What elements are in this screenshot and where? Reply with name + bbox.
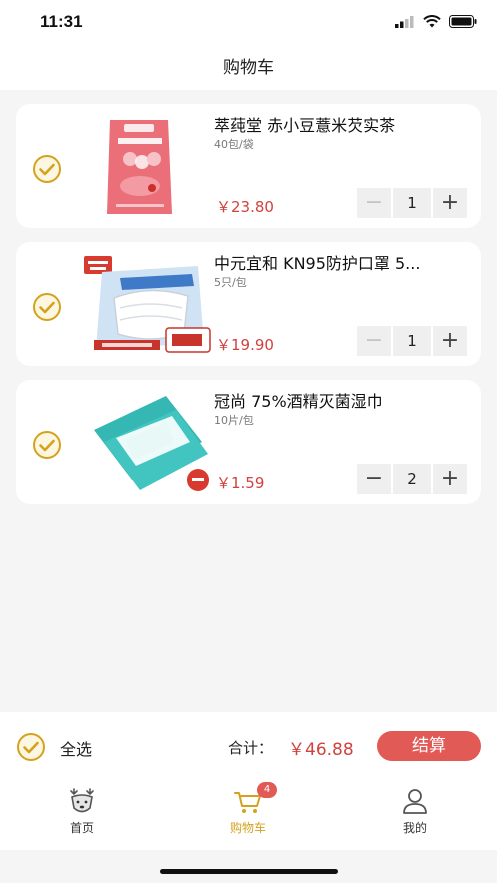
- item-price: ￥1.59: [216, 474, 265, 492]
- quantity-value[interactable]: 2: [393, 464, 431, 494]
- tab-cart[interactable]: 4 购物车: [208, 782, 288, 836]
- item-name[interactable]: 中元宜和 KN95防护口罩 5...: [214, 250, 464, 274]
- decrease-button[interactable]: −: [357, 464, 391, 494]
- checkbox-checked-icon[interactable]: [32, 154, 62, 184]
- tab-profile[interactable]: 我的: [375, 786, 455, 836]
- quantity-stepper: − 2 +: [357, 464, 467, 494]
- cart-list: 萃莼堂 赤小豆薏米芡实茶 40包/袋 ￥23.80 − 1 + 中元宜和 KN9…: [16, 104, 481, 518]
- checkout-bar: 全选 合计： ￥46.88 结算: [0, 712, 497, 778]
- item-name[interactable]: 萃莼堂 赤小豆薏米芡实茶: [214, 112, 464, 136]
- wifi-icon: [423, 15, 441, 28]
- home-indicator: [160, 869, 338, 874]
- page-title: 购物车: [223, 58, 274, 78]
- select-all-checkbox-icon[interactable]: [16, 732, 46, 762]
- status-icons: [395, 15, 477, 28]
- item-price: ￥23.80: [216, 198, 274, 216]
- cart-item: 萃莼堂 赤小豆薏米芡实茶 40包/袋 ￥23.80 − 1 +: [16, 104, 481, 228]
- battery-icon: [449, 15, 477, 28]
- quantity-value[interactable]: 1: [393, 188, 431, 218]
- item-spec: 5只/包: [214, 276, 247, 289]
- quantity-value[interactable]: 1: [393, 326, 431, 356]
- checkout-button[interactable]: 结算: [377, 731, 481, 761]
- tab-home[interactable]: 首页: [42, 786, 122, 836]
- nav-header: 购物车: [0, 46, 497, 90]
- cart-icon-wrap: 4: [233, 782, 277, 816]
- decrease-button[interactable]: −: [357, 326, 391, 356]
- item-spec: 10片/包: [214, 414, 254, 427]
- quantity-stepper: − 1 +: [357, 188, 467, 218]
- tab-label: 购物车: [229, 821, 266, 835]
- cellular-signal-icon: [395, 15, 414, 28]
- checkbox-checked-icon[interactable]: [32, 430, 62, 460]
- product-image-mask[interactable]: [80, 252, 220, 356]
- checkbox-checked-icon[interactable]: [32, 292, 62, 322]
- total-label: 合计：: [228, 739, 274, 757]
- item-price: ￥19.90: [216, 336, 274, 354]
- tab-bar: 首页 4 购物车 我的: [0, 778, 497, 850]
- deer-home-icon: [70, 788, 94, 813]
- select-all-label[interactable]: 全选: [60, 736, 92, 760]
- product-image-tea[interactable]: [80, 114, 220, 218]
- product-image-wipes[interactable]: [80, 390, 220, 494]
- cart-count-badge: 4: [257, 782, 277, 798]
- increase-button[interactable]: +: [433, 326, 467, 356]
- increase-button[interactable]: +: [433, 464, 467, 494]
- status-bar: 11:31: [0, 0, 497, 46]
- quantity-stepper: − 1 +: [357, 326, 467, 356]
- status-time: 11:31: [40, 12, 83, 31]
- total-value: ￥46.88: [288, 740, 354, 760]
- decrease-button[interactable]: −: [357, 188, 391, 218]
- cart-item: 冠尚 75%酒精灭菌湿巾 10片/包 ￥1.59 − 2 +: [16, 380, 481, 504]
- increase-button[interactable]: +: [433, 188, 467, 218]
- tab-label: 首页: [69, 821, 94, 835]
- cart-item: 中元宜和 KN95防护口罩 5... 5只/包 ￥19.90 − 1 +: [16, 242, 481, 366]
- user-icon: [403, 789, 427, 814]
- tab-label: 我的: [402, 821, 427, 835]
- item-spec: 40包/袋: [214, 138, 254, 151]
- item-name[interactable]: 冠尚 75%酒精灭菌湿巾: [214, 388, 464, 412]
